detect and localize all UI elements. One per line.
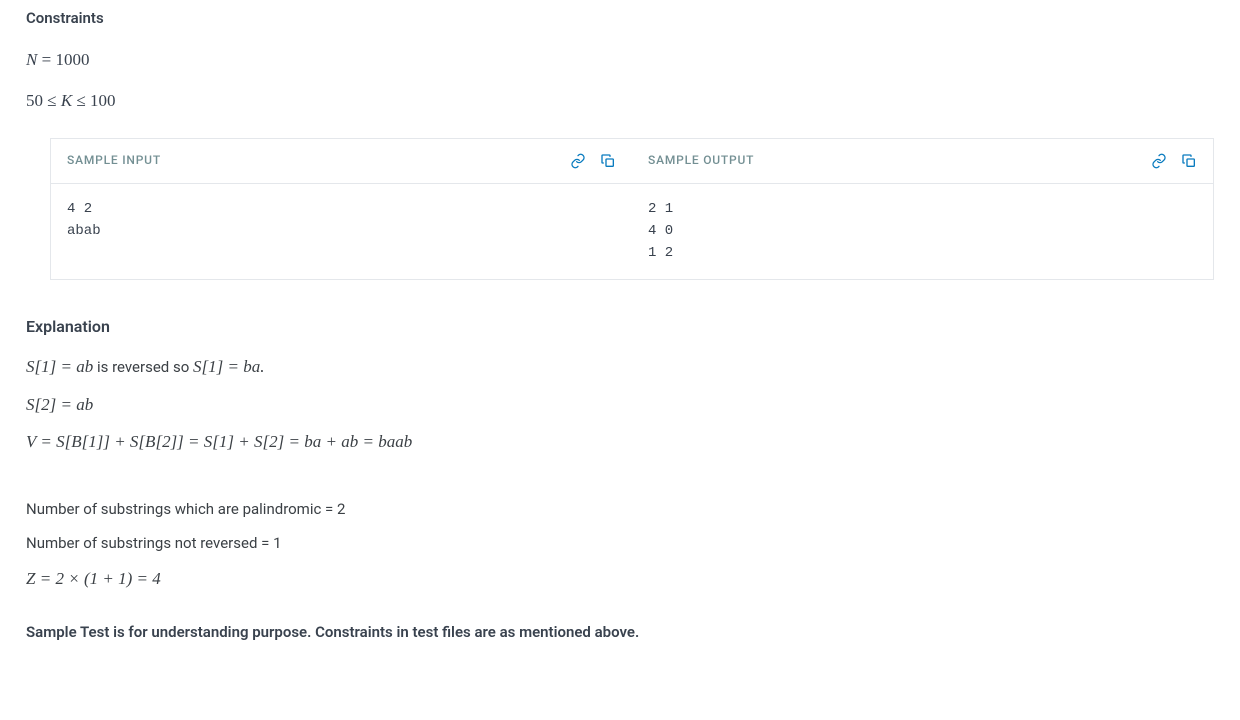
palindrome-count-line: Number of substrings which are palindrom… [26, 497, 1214, 521]
constraints-heading: Constraints [26, 6, 1214, 30]
copy-icon[interactable] [1181, 153, 1197, 169]
copy-icon[interactable] [600, 153, 616, 169]
sample-output-box: SAMPLE OUTPUT [632, 139, 1213, 278]
constraint-line-2: 50 ≤ K ≤ 100 [26, 87, 1214, 114]
explanation-heading: Explanation [26, 314, 1214, 340]
sample-input-box: SAMPLE INPUT [51, 139, 632, 278]
link-icon[interactable] [570, 153, 586, 169]
not-reversed-line: Number of substrings not reversed = 1 [26, 531, 1214, 555]
link-icon[interactable] [1151, 153, 1167, 169]
explanation-line-3: V = S[B[1]] + S[B[2]] = S[1] + S[2] = ba… [26, 428, 1214, 455]
problem-statement-panel: Constraints N = 1000 50 ≤ K ≤ 100 SAMPLE… [0, 0, 1240, 674]
explanation-line-1: S[1] = ab is reversed so S[1] = ba. [26, 353, 1214, 380]
sample-output-content: 2 1 4 0 1 2 [632, 184, 1213, 279]
sample-input-label: SAMPLE INPUT [67, 151, 161, 170]
sample-input-header: SAMPLE INPUT [51, 139, 632, 183]
sample-input-content: 4 2 abab [51, 184, 632, 274]
sample-test-note: Sample Test is for understanding purpose… [26, 620, 1214, 644]
constraint-line-1: N = 1000 [26, 46, 1214, 73]
sample-output-label: SAMPLE OUTPUT [648, 151, 754, 170]
sample-output-header: SAMPLE OUTPUT [632, 139, 1213, 183]
samples-row: SAMPLE INPUT [50, 138, 1214, 279]
z-line: Z = 2 × (1 + 1) = 4 [26, 565, 1214, 592]
explanation-line-2: S[2] = ab [26, 391, 1214, 418]
